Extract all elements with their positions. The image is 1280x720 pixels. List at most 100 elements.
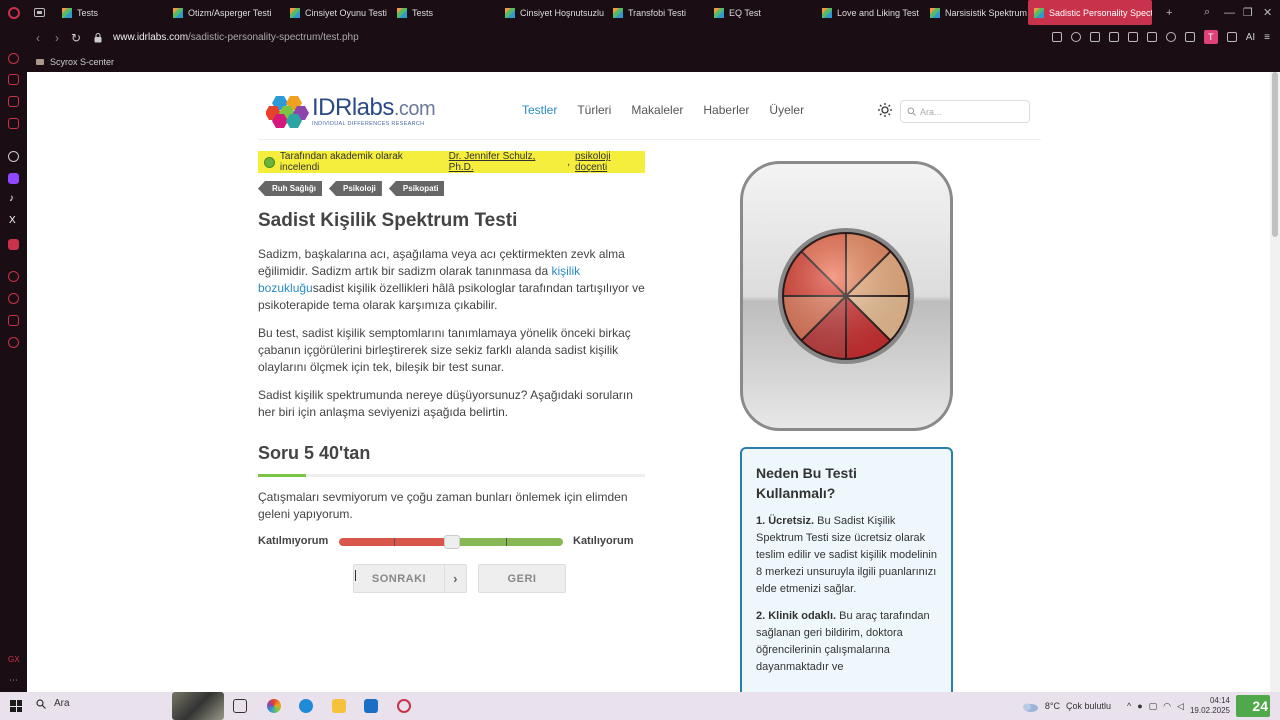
notification-badge[interactable]: 24 — [1236, 695, 1270, 717]
chevron-up-icon[interactable]: ^ — [1127, 701, 1131, 711]
system-tray: 8°C Çok bulutlu ^ ● ▢ ◠ ◁ 04:14 19.02.20… — [1021, 692, 1270, 720]
volume-icon[interactable]: ◁ — [1177, 701, 1184, 712]
sidebar-instagram-icon[interactable] — [8, 118, 19, 129]
tab-label: Narsisistik Spektrum — [945, 7, 1028, 18]
tab-label: EQ Test — [729, 7, 761, 18]
tab-cinsiyet-hosnutsuzlugu[interactable]: Cinsiyet Hoşnutsuzlu — [499, 0, 607, 25]
tab-tests-2[interactable]: Tests — [391, 0, 499, 25]
main-nav: Testler Türleri Makaleler Haberler Üyele… — [522, 103, 804, 117]
maximize-icon[interactable]: ❐ — [1243, 0, 1253, 25]
sidebar-twitch-icon[interactable] — [8, 173, 19, 184]
wifi-icon[interactable]: ◠ — [1163, 701, 1171, 712]
question-counter: Soru 5 40'tan — [258, 443, 371, 463]
url-host: www.idrlabs.com — [113, 32, 189, 43]
tab-label: Sadistic Personality Spect — [1049, 7, 1152, 18]
task-view-icon[interactable] — [233, 699, 247, 713]
device-icon[interactable]: ▢ — [1149, 701, 1158, 712]
sidebar-messenger-icon[interactable] — [8, 74, 19, 85]
split-view-icon[interactable] — [1051, 32, 1062, 42]
reviewer-link[interactable]: Dr. Jennifer Schulz, Ph.D. — [449, 151, 563, 173]
search-tabs-icon[interactable]: ⌕ — [1204, 0, 1210, 25]
extensions-icon[interactable] — [1184, 32, 1195, 42]
vpn-icon[interactable] — [1127, 32, 1138, 42]
back-icon[interactable]: ‹ — [36, 31, 40, 45]
tag-ruh-sagligi[interactable]: Ruh Sağlığı — [258, 181, 322, 196]
tag-psikoloji[interactable]: Psikoloji — [329, 181, 382, 196]
weather-temperature[interactable]: 8°C — [1045, 701, 1060, 711]
share-icon[interactable] — [1146, 32, 1157, 42]
site-search-input[interactable]: Ara... — [900, 100, 1030, 123]
tab-transfobi[interactable]: Transfobi Testi — [607, 0, 708, 25]
bookmark-scyrox[interactable]: Scyrox S-center — [50, 57, 114, 67]
sidebar-history-icon[interactable] — [8, 53, 19, 64]
nav-testler[interactable]: Testler — [522, 103, 557, 117]
category-tags: Ruh Sağlığı Psikoloji Psikopati — [258, 181, 445, 196]
tab-label: Tests — [412, 7, 434, 18]
taskbar-clock[interactable]: 04:14 19.02.2025 — [1190, 696, 1230, 716]
nav-haberler[interactable]: Haberler — [703, 103, 749, 117]
page-scrollbar[interactable] — [1270, 72, 1280, 692]
site-header: IDRlabs.com INDIVIDUAL DIFFERENCES RESEA… — [258, 84, 1041, 140]
tab-love-liking[interactable]: Love and Liking Test — [816, 0, 924, 25]
logo-wordmark: IDRlabs.com — [312, 94, 436, 122]
sidebar-youtube-icon[interactable] — [8, 239, 19, 250]
opera-gx-taskbar-icon[interactable] — [397, 699, 411, 713]
nav-turleri[interactable]: Türleri — [577, 103, 611, 117]
windows-start-icon[interactable] — [10, 700, 22, 712]
slider-handle[interactable] — [444, 535, 460, 549]
menu-icon[interactable]: ≡ — [1264, 32, 1270, 43]
theme-toggle-sun-icon[interactable] — [878, 103, 892, 117]
chevron-right-icon: › — [444, 565, 466, 592]
back-button[interactable]: GERI — [478, 564, 566, 593]
tab-eq-test[interactable]: EQ Test — [708, 0, 816, 25]
scrollbar-thumb[interactable] — [1272, 72, 1278, 237]
sidebar-more-icon[interactable]: ⋯ — [9, 675, 18, 686]
heart-icon[interactable] — [1165, 32, 1176, 42]
sidebar-whatsapp-icon[interactable] — [8, 96, 19, 107]
pin-icon[interactable] — [1070, 32, 1081, 42]
aria-ai-button[interactable]: AI — [1246, 32, 1255, 43]
microphone-icon[interactable]: ● — [1137, 701, 1142, 711]
sidebar-tiktok-icon[interactable]: ♪ — [9, 193, 14, 204]
slider-tick — [506, 538, 507, 546]
outlook-icon[interactable] — [364, 699, 378, 713]
weather-description[interactable]: Çok bulutlu — [1066, 701, 1111, 711]
snapshot-icon[interactable] — [1089, 32, 1100, 42]
taskbar-search[interactable]: Ara — [36, 698, 70, 709]
minimize-icon[interactable]: — — [1224, 0, 1235, 25]
sidebar-gx-icon[interactable]: GX — [8, 655, 20, 664]
tag-psikopati[interactable]: Psikopati — [388, 181, 445, 196]
nav-uyeler[interactable]: Üyeler — [769, 103, 804, 117]
profile-avatar[interactable]: T — [1203, 30, 1218, 44]
opera-sidebar: ♪ X GX ⋯ — [0, 51, 27, 692]
download-icon[interactable] — [1226, 32, 1237, 42]
sidebar-settings-icon[interactable] — [8, 337, 19, 348]
edge-icon[interactable] — [299, 699, 313, 713]
nav-makaleler[interactable]: Makaleler — [631, 103, 683, 117]
sidebar-clock-icon[interactable] — [8, 293, 19, 304]
new-tab-button[interactable]: + — [1166, 0, 1172, 25]
tab-cinsiyet-oyunu[interactable]: Cinsiyet Oyunu Testi — [284, 0, 391, 25]
tab-narsisistik[interactable]: Narsisistik Spektrum — [924, 0, 1028, 25]
copilot-icon[interactable] — [267, 699, 281, 713]
file-explorer-icon[interactable] — [332, 699, 346, 713]
close-window-icon[interactable]: ✕ — [1263, 0, 1272, 25]
verified-check-icon — [264, 156, 275, 168]
opera-menu-icon[interactable] — [8, 6, 20, 19]
tab-tests-1[interactable]: Tests — [56, 0, 167, 25]
site-logo[interactable]: IDRlabs.com INDIVIDUAL DIFFERENCES RESEA… — [266, 92, 436, 132]
next-button[interactable]: SONRAKI › — [353, 564, 467, 593]
search-highlight-image[interactable] — [172, 692, 224, 720]
sidebar-x-icon[interactable]: X — [9, 215, 16, 226]
sidebar-chat-icon[interactable] — [8, 315, 19, 326]
sidebar-chatgpt-icon[interactable] — [8, 151, 19, 162]
tab-otizm[interactable]: Otizm/Asperger Testi — [167, 0, 284, 25]
forward-icon[interactable]: › — [55, 31, 59, 45]
shield-icon[interactable] — [1108, 32, 1119, 42]
reviewer-role-link[interactable]: psikoloji doçenti — [575, 151, 645, 173]
reload-icon[interactable]: ↻ — [71, 31, 81, 45]
sidebar-player-icon[interactable] — [8, 271, 19, 282]
tab-grid-icon[interactable] — [34, 8, 45, 17]
url-field[interactable]: www.idrlabs.com/sadistic-personality-spe… — [113, 32, 359, 43]
tab-sadistic-active[interactable]: Sadistic Personality Spect✕ — [1028, 0, 1152, 25]
